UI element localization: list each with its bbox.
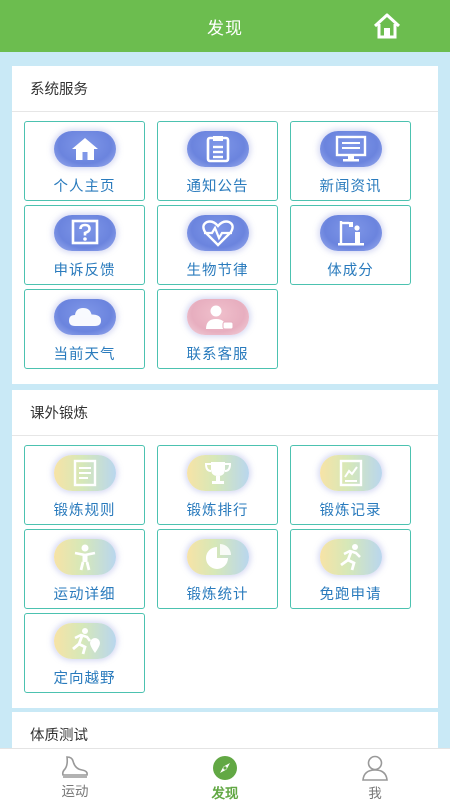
nav-label: 运动: [61, 784, 89, 800]
content-area[interactable]: 系统服务 个人主页 通知公告 新闻资讯 申诉反馈 生物节律 体成分 当前天气 联…: [0, 52, 450, 748]
nav-label: 发现: [211, 786, 239, 800]
tile-label: 当前天气: [53, 347, 116, 363]
tile-label: 锻炼统计: [186, 587, 249, 603]
tile-label: 个人主页: [53, 179, 116, 195]
nav-item-discover[interactable]: 发现: [150, 749, 300, 800]
cloud-icon: [68, 308, 101, 326]
section-system-services: 系统服务 个人主页 通知公告 新闻资讯 申诉反馈 生物节律 体成分 当前天气 联…: [12, 66, 438, 384]
section-title: 系统服务: [12, 66, 438, 112]
tile-exercise-statistics[interactable]: 锻炼统计: [157, 529, 278, 609]
body-scale-icon: [337, 221, 364, 246]
tile-exercise-rules[interactable]: 锻炼规则: [24, 445, 145, 525]
tile-appeal-feedback[interactable]: 申诉反馈: [24, 205, 145, 285]
tile-notice[interactable]: 通知公告: [157, 121, 278, 201]
nav-item-sport[interactable]: 运动: [0, 749, 150, 800]
tile-contact-support[interactable]: 联系客服: [157, 289, 278, 369]
monitor-icon: [335, 135, 366, 162]
tile-label: 免跑申请: [319, 587, 382, 603]
trophy-icon: [204, 462, 231, 484]
tile-label: 定向越野: [53, 671, 116, 687]
tile-exercise-records[interactable]: 锻炼记录: [290, 445, 411, 525]
tile-body-composition[interactable]: 体成分: [290, 205, 411, 285]
tile-current-weather[interactable]: 当前天气: [24, 289, 145, 369]
app-header: 发现: [0, 0, 450, 52]
user-icon: [362, 755, 388, 781]
compass-icon: [213, 756, 237, 780]
nav-label: 我: [368, 786, 382, 800]
document-icon: [73, 459, 96, 487]
tile-label: 运动详细: [53, 587, 116, 603]
tile-exercise-details[interactable]: 运动详细: [24, 529, 145, 609]
heartbeat-icon: [201, 220, 234, 247]
tile-run-exemption[interactable]: 免跑申请: [290, 529, 411, 609]
tile-label: 申诉反馈: [53, 263, 116, 279]
chart-record-icon: [339, 459, 362, 487]
bottom-navigation: 运动 发现 我: [0, 748, 450, 800]
tile-orienteering[interactable]: 定向越野: [24, 613, 145, 693]
clipboard-icon: [206, 136, 229, 163]
home-button[interactable]: [370, 10, 404, 42]
tile-label: 锻炼排行: [186, 503, 249, 519]
shoe-icon: [61, 756, 88, 778]
pie-chart-icon: [205, 544, 231, 569]
section-title: 体质测试: [12, 712, 438, 748]
tile-label: 锻炼记录: [319, 503, 382, 519]
tile-label: 通知公告: [186, 179, 249, 195]
page-title: 发现: [207, 18, 243, 39]
section-title: 课外锻炼: [12, 390, 438, 436]
runner-location-icon: [71, 628, 100, 655]
home-icon: [71, 138, 98, 160]
person-icon: [74, 544, 95, 571]
tile-label: 体成分: [327, 263, 374, 279]
section-physical-test: 体质测试: [12, 712, 438, 748]
section-extracurricular-exercise: 课外锻炼 锻炼规则 锻炼排行 锻炼记录 运动详细 锻炼统计 免跑申请 定向越野: [12, 390, 438, 708]
question-icon: [71, 219, 98, 245]
tile-exercise-ranking[interactable]: 锻炼排行: [157, 445, 278, 525]
runner-icon: [339, 544, 361, 571]
tile-label: 生物节律: [186, 263, 249, 279]
tile-label: 锻炼规则: [53, 503, 116, 519]
home-icon: [373, 13, 401, 39]
support-person-icon: [205, 305, 233, 330]
tile-biorhythm[interactable]: 生物节律: [157, 205, 278, 285]
tile-label: 联系客服: [186, 347, 249, 363]
nav-item-me[interactable]: 我: [300, 749, 450, 800]
tile-personal-home[interactable]: 个人主页: [24, 121, 145, 201]
tile-label: 新闻资讯: [319, 179, 382, 195]
tile-news[interactable]: 新闻资讯: [290, 121, 411, 201]
